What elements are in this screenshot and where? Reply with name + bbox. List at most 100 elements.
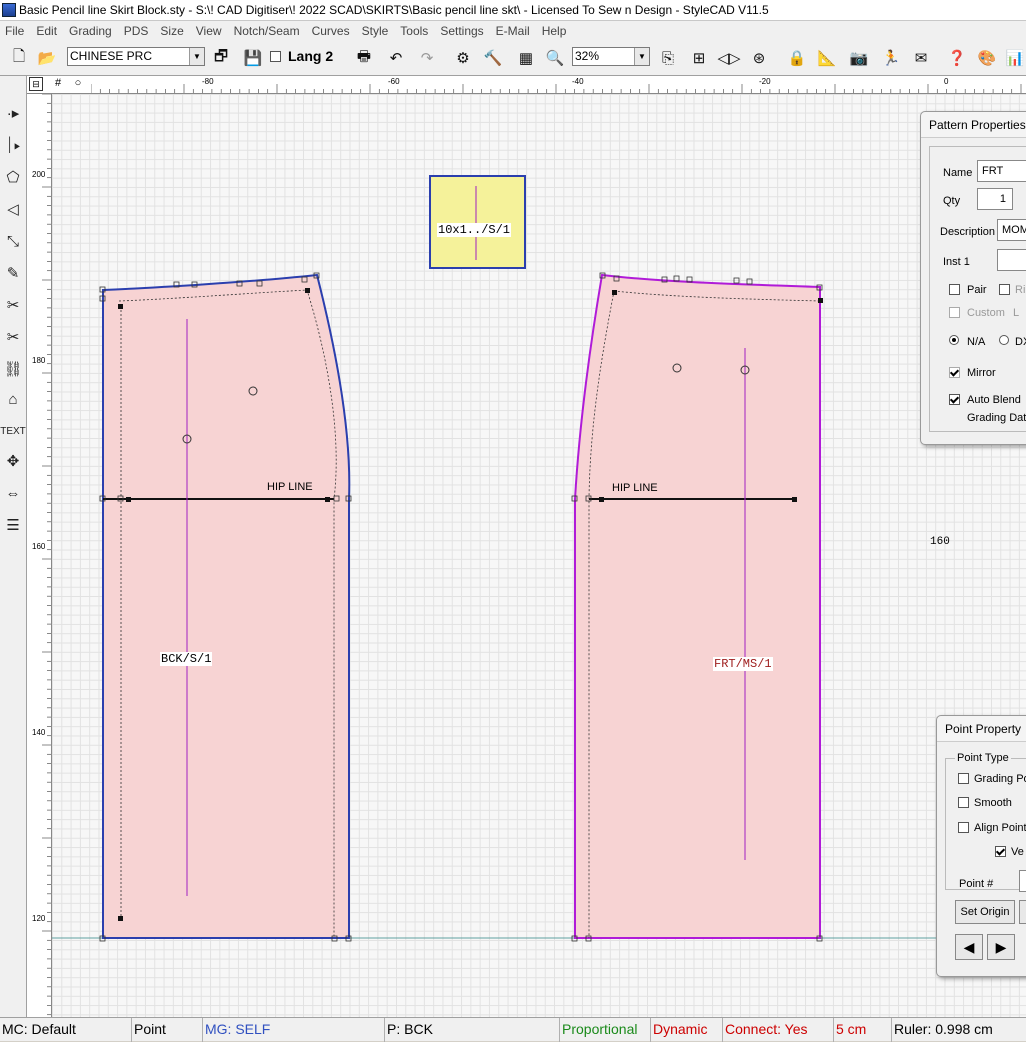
piece-tool-icon[interactable]: ⬠ [2, 164, 24, 190]
point-tool-icon[interactable]: ·▸ [2, 100, 24, 126]
next-point-icon[interactable]: ▶ [987, 934, 1015, 960]
lock-icon[interactable]: 🔒 [786, 47, 808, 69]
chevron-down-icon[interactable]: ▼ [189, 48, 204, 65]
camera-icon[interactable]: 📷 [848, 47, 870, 69]
h-ruler-label: -20 [759, 77, 771, 86]
pencil-tool-icon[interactable]: ✎ [2, 260, 24, 286]
menu-email[interactable]: E-Mail [491, 24, 537, 38]
menu-pds[interactable]: PDS [119, 24, 156, 38]
h-ruler-label: -60 [388, 77, 400, 86]
piece-layout-icon[interactable]: ⎘ [657, 47, 679, 69]
custom-checkbox[interactable] [949, 307, 960, 321]
ve-checkbox[interactable] [995, 846, 1006, 860]
point-number-field[interactable] [1019, 870, 1026, 892]
move-tool-icon[interactable]: ✥ [2, 448, 24, 474]
piece-align-icon[interactable]: ⊞ [688, 47, 710, 69]
undo-icon[interactable]: ↶ [385, 47, 407, 69]
stamp-tool-icon[interactable]: ⌂ [2, 386, 24, 412]
ruler-grid-icon[interactable]: # [51, 77, 65, 91]
measure-tools-icon[interactable]: ⚙ [452, 47, 474, 69]
menu-edit[interactable]: Edit [31, 24, 64, 38]
dx-radio[interactable] [999, 335, 1009, 348]
small-piece-label[interactable]: 10x1../S/1 [437, 223, 512, 237]
description-field[interactable]: MOM [997, 219, 1026, 241]
mirror-checkbox[interactable] [949, 367, 960, 381]
point-property-title: Point Property [937, 716, 1026, 742]
digitize-icon[interactable]: 📐 [816, 47, 838, 69]
smooth-checkbox[interactable] [958, 797, 969, 811]
right-checkbox[interactable] [999, 284, 1010, 298]
status-step: 5 cm [833, 1018, 890, 1042]
menu-curves[interactable]: Curves [307, 24, 357, 38]
small-piece[interactable] [429, 175, 526, 269]
text-tool-icon[interactable]: TEXT [0, 418, 26, 444]
point-extra-button[interactable] [1019, 900, 1026, 924]
help-icon[interactable]: ❓ [946, 47, 968, 69]
custom-label: Custom [967, 307, 1005, 319]
hammer-icon[interactable]: 🔨 [482, 47, 504, 69]
line-tool-icon[interactable]: ⏐▸ [2, 132, 24, 158]
grading-data-label: Grading Data [967, 412, 1026, 424]
na-radio[interactable] [949, 335, 959, 348]
front-skirt-piece[interactable] [574, 273, 821, 939]
lang2-label: Lang 2 [288, 48, 334, 64]
main-toolbar: 🗋 📂 CHINESE PRC ▼ 🗗 💾 Lang 2 🖶 ↶ ↷ ⚙ 🔨 ▦… [0, 40, 1026, 76]
chain-tool-icon[interactable]: ⛓ [2, 356, 24, 382]
chevron-down-icon[interactable]: ▼ [634, 48, 649, 65]
piece-view-icon[interactable]: ⊛ [748, 47, 770, 69]
menu-view[interactable]: View [191, 24, 229, 38]
name-field[interactable]: FRT [977, 160, 1026, 182]
back-skirt-piece[interactable] [102, 273, 351, 939]
qty-field[interactable]: 1 [977, 188, 1013, 210]
back-piece-label[interactable]: BCK/S/1 [160, 652, 213, 666]
prev-point-icon[interactable]: ◀ [955, 934, 983, 960]
zoom-combo[interactable]: 32% ▼ [572, 47, 650, 66]
front-piece-label[interactable]: FRT/MS/1 [713, 657, 773, 671]
email-icon[interactable]: ✉ [910, 47, 932, 69]
new-file-icon[interactable]: 🗋 [8, 47, 30, 69]
ruler-lock-icon[interactable]: ⊟ [29, 77, 43, 91]
drawing-canvas[interactable]: HIP LINE HIP LINE BCK/S/1 FRT/MS/1 10x1.… [52, 94, 1026, 1017]
language-combo[interactable]: CHINESE PRC ▼ [67, 47, 205, 66]
align-point-checkbox[interactable] [958, 822, 969, 836]
point-number-label: Point # [959, 878, 994, 890]
report-icon[interactable]: 📊 [1004, 47, 1026, 69]
auto-blend-checkbox[interactable] [949, 394, 960, 408]
menu-help[interactable]: Help [537, 24, 574, 38]
ruler-circle-icon[interactable]: ○ [71, 77, 85, 91]
canvas-coordinate-label: 160 [930, 536, 950, 548]
pair-checkbox[interactable] [949, 284, 960, 298]
menu-file[interactable]: File [0, 24, 31, 38]
notch-tool-icon[interactable]: ⤡ [2, 228, 24, 254]
menu-notch-seam[interactable]: Notch/Seam [229, 24, 307, 38]
cut-tool-icon[interactable]: ✂ [2, 292, 24, 318]
status-mc: MC: Default [2, 1021, 76, 1037]
set-origin-button[interactable]: Set Origin [955, 900, 1015, 924]
zoom-icon[interactable]: 🔍 [544, 47, 566, 69]
h-ruler-label: -80 [202, 77, 214, 86]
grading-point-label: Grading Po [974, 773, 1026, 785]
menu-size[interactable]: Size [155, 24, 190, 38]
flip-horizontal-icon[interactable]: ◁▷ [717, 47, 740, 69]
print-icon[interactable]: 🖶 [353, 47, 375, 69]
save-disk-icon[interactable]: 💾 [242, 47, 264, 69]
multi-window-icon[interactable]: 🗗 [210, 47, 232, 69]
list-tool-icon[interactable]: ☰ [2, 512, 24, 538]
menu-style[interactable]: Style [357, 24, 396, 38]
open-folder-icon[interactable]: 📂 [36, 47, 58, 69]
run-icon[interactable]: 🏃 [880, 47, 902, 69]
menu-settings[interactable]: Settings [435, 24, 490, 38]
lang2-checkbox[interactable] [270, 51, 281, 65]
scissors-tool-icon[interactable]: ✂ [2, 324, 24, 350]
menu-grading[interactable]: Grading [64, 24, 119, 38]
dart-tool-icon[interactable]: ◁ [2, 196, 24, 222]
menu-tools[interactable]: Tools [395, 24, 435, 38]
pattern-drawing[interactable] [52, 94, 1026, 1017]
spread-tool-icon[interactable]: ⇔ [2, 480, 24, 506]
grid-icon[interactable]: ▦ [515, 47, 537, 69]
color-palette-icon[interactable]: 🎨 [976, 47, 998, 69]
redo-icon[interactable]: ↷ [416, 47, 438, 69]
back-hip-line-label: HIP LINE [267, 481, 313, 493]
inst1-field[interactable] [997, 249, 1026, 271]
grading-point-checkbox[interactable] [958, 773, 969, 787]
